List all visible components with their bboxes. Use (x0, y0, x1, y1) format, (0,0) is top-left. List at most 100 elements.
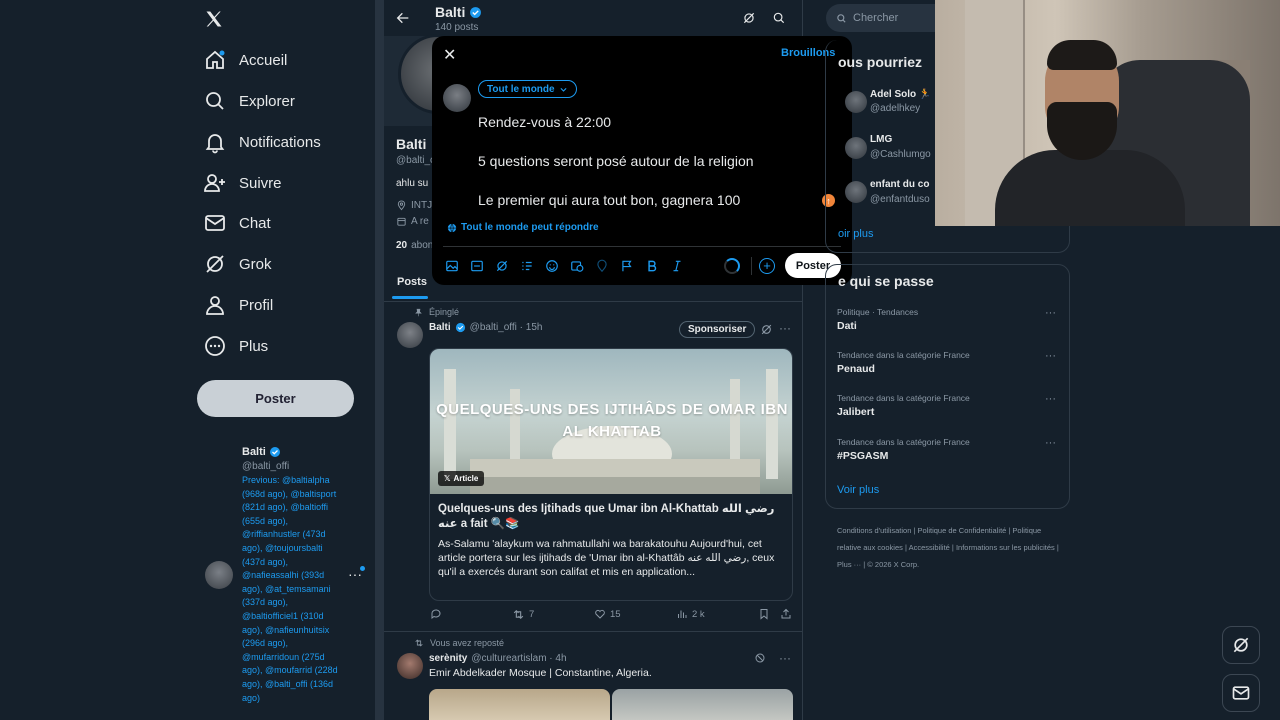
tab-posts[interactable]: Posts (397, 276, 427, 288)
sponsor-button[interactable]: Sponsoriser (679, 321, 756, 338)
emoji-icon[interactable] (545, 259, 559, 273)
avatar[interactable] (205, 561, 233, 589)
suggestion-name[interactable]: Adel Solo 🏃 (870, 89, 931, 100)
trend-category: Politique · Tendances (837, 307, 919, 317)
reply-setting-button[interactable]: Tout le monde peut répondre (447, 222, 599, 233)
trend-name[interactable]: Penaud (837, 363, 875, 375)
grok-icon[interactable] (742, 11, 756, 25)
location-pin-icon[interactable] (595, 259, 609, 273)
post-count: 140 posts (435, 22, 479, 33)
share-icon (781, 608, 791, 619)
bold-icon[interactable] (645, 259, 659, 273)
post-text: Emir Abdelkader Mosque | Constantine, Al… (429, 667, 652, 679)
share-button[interactable] (780, 608, 792, 620)
flag-icon[interactable] (620, 259, 634, 273)
post-button[interactable]: Poster (197, 380, 354, 417)
block-icon[interactable] (754, 652, 766, 664)
avatar[interactable] (397, 322, 423, 348)
suggestion-name[interactable]: enfant du co (870, 179, 929, 190)
suggestion-handle: @adelhkey (870, 103, 921, 114)
suggestion-handle: @enfantduso (870, 194, 930, 205)
trend-name[interactable]: #PSGASM (837, 450, 888, 462)
footer-links[interactable]: Conditions d'utilisation | Politique de … (837, 522, 1067, 573)
nav-item-notifications[interactable]: Notifications (203, 127, 321, 157)
suggestions-title: ous pourriez (838, 54, 923, 70)
avatar[interactable] (845, 181, 867, 203)
nav-item-more[interactable]: Plus (203, 331, 268, 361)
more-icon[interactable]: ··· (1045, 393, 1056, 405)
search-icon (837, 13, 846, 23)
nav-item-home[interactable]: Accueil (203, 45, 287, 75)
avatar[interactable] (845, 91, 867, 113)
article-card[interactable]: QUELQUES-UNS DES IJTIHÂDS DE OMAR IBN AL… (429, 348, 793, 601)
nav-label: Notifications (239, 133, 321, 151)
grok-floating-button[interactable] (1222, 626, 1260, 664)
back-arrow-icon[interactable] (395, 10, 411, 26)
trend-name[interactable]: Jalibert (837, 406, 874, 418)
bookmark-button[interactable] (758, 608, 770, 620)
nav-item-grok[interactable]: Grok (203, 249, 272, 279)
repost-button[interactable]: 7 (512, 608, 534, 621)
pin-icon (415, 308, 422, 316)
italic-icon[interactable] (670, 259, 684, 273)
grok-icon (206, 255, 224, 273)
post-image[interactable] (612, 689, 793, 720)
divider (751, 257, 752, 275)
profile-following[interactable]: 20 abon (396, 240, 433, 251)
nav-item-chat[interactable]: Chat (203, 208, 271, 238)
divider (384, 631, 803, 632)
nav-label: Explorer (239, 92, 295, 110)
more-icon[interactable]: ··· (1045, 307, 1056, 319)
close-icon[interactable]: ✕ (443, 45, 456, 65)
grok-icon[interactable] (760, 323, 773, 336)
post-header: serènity @cultureartislam · 4h (429, 653, 567, 664)
trend-category: Tendance dans la catégorie France (837, 393, 970, 403)
search-icon[interactable] (772, 11, 786, 25)
avatar[interactable] (845, 137, 867, 159)
article-title[interactable]: Quelques-uns des Ijtihads que Umar ibn A… (438, 502, 784, 532)
post-image[interactable] (429, 689, 610, 720)
messages-floating-button[interactable] (1222, 674, 1260, 712)
reply-button[interactable] (430, 608, 442, 620)
scrollbar[interactable] (375, 0, 384, 720)
trends-title: e qui se passe (838, 273, 934, 289)
trend-category: Tendance dans la catégorie France (837, 437, 970, 447)
more-icon[interactable]: ··· (779, 321, 791, 335)
avatar (443, 84, 471, 112)
more-icon[interactable]: ··· (1045, 437, 1056, 449)
audience-selector[interactable]: Tout le monde (478, 80, 577, 98)
compose-text-line[interactable]: 5 questions seront posé autour de la rel… (478, 153, 754, 169)
compose-text-line[interactable]: Le premier qui aura tout bon, gagnera 10… (478, 192, 740, 208)
profile-handle: @balti_c (396, 155, 436, 166)
add-thread-button[interactable]: + (759, 258, 775, 274)
article-image: QUELQUES-UNS DES IJTIHÂDS DE OMAR IBN AL… (430, 349, 792, 494)
gif-icon[interactable] (470, 259, 484, 273)
trends-see-more-link[interactable]: Voir plus (837, 484, 879, 496)
mail-icon (1232, 686, 1250, 700)
suggestion-handle: @Cashlumgo (870, 149, 931, 160)
image-icon[interactable] (445, 259, 459, 273)
like-button[interactable]: 15 (594, 608, 621, 620)
nav-item-profile[interactable]: Profil (203, 290, 273, 320)
character-count-ring (724, 258, 740, 274)
trend-category: Tendance dans la catégorie France (837, 350, 970, 360)
poll-icon[interactable] (520, 259, 534, 273)
x-logo-icon[interactable] (204, 9, 224, 29)
more-icon[interactable]: ··· (1045, 350, 1056, 362)
schedule-icon[interactable] (570, 259, 584, 273)
trend-name[interactable]: Dati (837, 320, 857, 332)
avatar[interactable] (397, 653, 423, 679)
grok-icon[interactable] (495, 259, 509, 273)
calendar-icon (397, 217, 406, 226)
nav-item-follow[interactable]: Suivre (203, 168, 282, 198)
left-sidebar: Accueil Explorer Notifications Suivre Ch… (0, 0, 380, 720)
nav-item-explore[interactable]: Explorer (203, 86, 295, 116)
location-pin-icon (397, 200, 406, 211)
bookmark-icon (760, 609, 768, 620)
compose-text-line[interactable]: Rendez-vous à 22:00 (478, 114, 611, 130)
suggestion-name[interactable]: LMG (870, 134, 892, 145)
more-icon[interactable]: ··· (779, 651, 791, 665)
account-name: Balti (242, 446, 281, 458)
suggestions-see-more-link[interactable]: oir plus (838, 228, 873, 240)
views-button[interactable]: 2 k (676, 608, 705, 620)
